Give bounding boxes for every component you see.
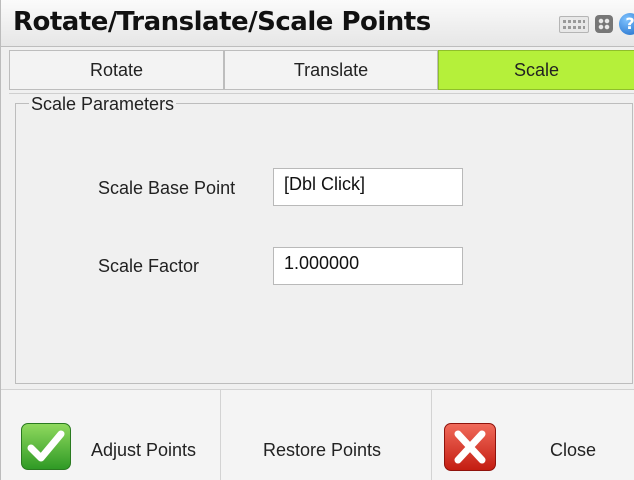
scale-factor-input[interactable]: 1.000000	[273, 247, 463, 285]
tab-rotate[interactable]: Rotate	[9, 50, 224, 90]
scale-factor-label: Scale Factor	[98, 256, 200, 276]
keyboard-icon[interactable]	[559, 15, 589, 33]
checkmark-icon	[21, 423, 71, 470]
tab-bar: Rotate Translate Scale	[1, 50, 634, 90]
grid-icon[interactable]	[595, 15, 613, 33]
scale-parameters-group	[15, 103, 633, 384]
scale-base-point-label: Scale Base Point	[98, 178, 236, 198]
close-button[interactable]: Close	[432, 390, 634, 480]
close-x-icon	[444, 423, 496, 471]
window-title: Rotate/Translate/Scale Points	[13, 7, 431, 37]
tab-scale[interactable]: Scale	[438, 50, 634, 90]
help-icon[interactable]: ?	[619, 13, 634, 35]
title-icons: ?	[559, 12, 634, 36]
button-bar: Adjust Points Restore Points Close	[1, 389, 634, 480]
title-bar: Rotate/Translate/Scale Points ?	[1, 0, 634, 47]
adjust-points-label: Adjust Points	[91, 440, 197, 460]
restore-points-button[interactable]: Restore Points	[220, 390, 432, 480]
dialog-window: Rotate/Translate/Scale Points ? Rotate T…	[0, 0, 634, 480]
adjust-points-button[interactable]: Adjust Points	[1, 390, 220, 480]
scale-panel: Scale Parameters	[9, 93, 634, 390]
scale-base-point-input[interactable]: [Dbl Click]	[273, 168, 463, 206]
restore-points-label: Restore Points	[263, 440, 382, 460]
group-legend: Scale Parameters	[29, 94, 177, 115]
tab-translate[interactable]: Translate	[224, 50, 438, 90]
close-label: Close	[550, 440, 597, 460]
